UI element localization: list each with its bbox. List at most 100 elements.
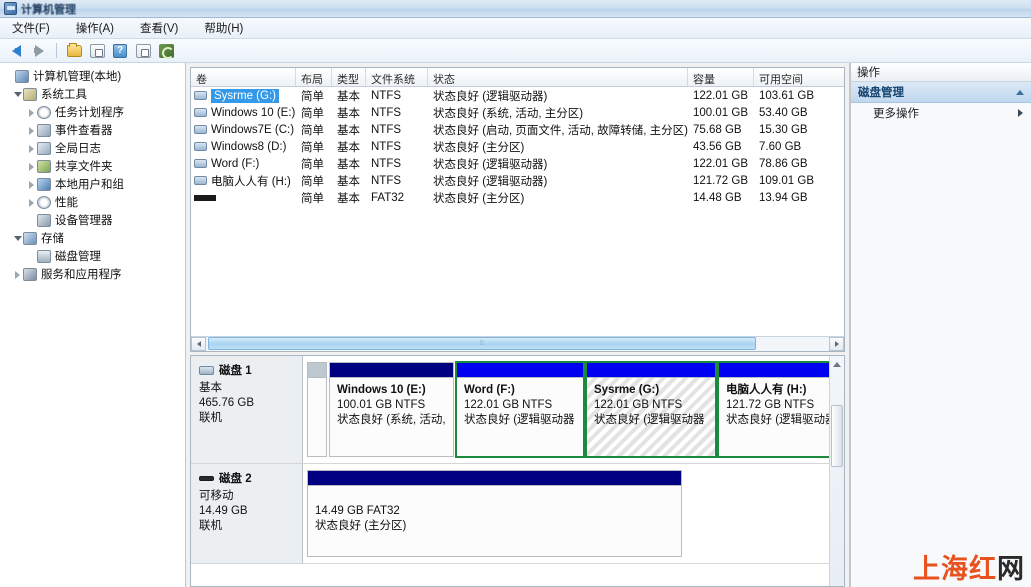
- column-header-volume[interactable]: 卷: [191, 68, 296, 86]
- volume-icon: [194, 125, 207, 134]
- table-row[interactable]: Word (F:) 简单 基本 NTFS 状态良好 (逻辑驱动器) 122.01…: [191, 155, 844, 172]
- vscroll-up-button[interactable]: [831, 358, 844, 371]
- twisty-closed-icon[interactable]: [26, 125, 37, 136]
- partition-title: 电脑人人有 (H:): [726, 384, 807, 396]
- cell-layout: 简单: [301, 90, 324, 103]
- help-button[interactable]: ?: [110, 41, 130, 61]
- disk-management-pane: 卷 布局 类型 文件系统 状态 容量 可用空间 Sysrme (G:) 简单 基…: [186, 63, 850, 587]
- sidebar-item-label: 事件查看器: [55, 125, 113, 137]
- disk-info-1[interactable]: 磁盘 1 基本 465.76 GB 联机: [191, 356, 303, 463]
- sidebar-item-global-logs[interactable]: 全局日志: [0, 139, 185, 157]
- twisty-closed-icon[interactable]: [26, 161, 37, 172]
- sidebar-item-shared-folders[interactable]: 共享文件夹: [0, 157, 185, 175]
- column-header-free-space[interactable]: 可用空间: [754, 68, 824, 86]
- sidebar-item-task-scheduler[interactable]: 任务计划程序: [0, 103, 185, 121]
- sidebar-item-storage[interactable]: 存储: [0, 229, 185, 247]
- volume-icon: [194, 108, 207, 117]
- partition-diannaorenrenyou-h[interactable]: 电脑人人有 (H:) 121.72 GB NTFS 状态良好 (逻辑驱动器: [717, 361, 829, 458]
- partition-capacity-bar: [457, 363, 583, 378]
- partition-word-f[interactable]: Word (F:) 122.01 GB NTFS 状态良好 (逻辑驱动器: [455, 361, 585, 458]
- menu-file[interactable]: 文件(F): [8, 18, 62, 38]
- menu-view[interactable]: 查看(V): [136, 18, 190, 38]
- sidebar-item-performance[interactable]: 性能: [0, 193, 185, 211]
- partition-status: 状态良好 (系统, 活动,: [337, 414, 446, 426]
- table-row[interactable]: Windows8 (D:) 简单 基本 NTFS 状态良好 (主分区) 43.5…: [191, 138, 844, 155]
- partition-size-fs: 122.01 GB NTFS: [594, 399, 683, 411]
- table-row[interactable]: Windows 10 (E:) 简单 基本 NTFS 状态良好 (系统, 活动,…: [191, 104, 844, 121]
- back-button[interactable]: [6, 41, 26, 61]
- list-view-button[interactable]: [133, 41, 153, 61]
- volume-list-hscrollbar[interactable]: ⦙⦙: [191, 336, 844, 351]
- column-header-filesystem[interactable]: 文件系统: [366, 68, 428, 86]
- table-row[interactable]: 电脑人人有 (H:) 简单 基本 NTFS 状态良好 (逻辑驱动器) 121.7…: [191, 172, 844, 189]
- sidebar-item-label: 服务和应用程序: [41, 269, 122, 281]
- cell-volume: Windows8 (D:): [191, 141, 296, 153]
- partition-windows-10-e[interactable]: Windows 10 (E:) 100.01 GB NTFS 状态良好 (系统,…: [329, 362, 454, 457]
- column-header-capacity[interactable]: 容量: [688, 68, 754, 86]
- properties-button[interactable]: [87, 41, 107, 61]
- hscroll-track[interactable]: ⦙⦙: [206, 337, 829, 351]
- refresh-button[interactable]: [156, 41, 176, 61]
- removable-disk-icon: [199, 475, 214, 481]
- twisty-closed-icon[interactable]: [26, 179, 37, 190]
- sidebar-item-system-tools[interactable]: 系统工具: [0, 85, 185, 103]
- action-more-actions[interactable]: 更多操作: [851, 103, 1031, 123]
- hscroll-left-button[interactable]: [191, 337, 206, 351]
- column-header-layout[interactable]: 布局: [296, 68, 332, 86]
- twisty-open-icon[interactable]: [12, 233, 23, 244]
- sidebar-item-event-viewer[interactable]: 事件查看器: [0, 121, 185, 139]
- partition-capacity-bar: [308, 471, 681, 486]
- partition-unallocated[interactable]: [307, 362, 327, 457]
- table-row[interactable]: 简单 基本 FAT32 状态良好 (主分区) 14.48 GB 13.94 GB: [191, 189, 844, 206]
- partition-size-fs: 122.01 GB NTFS: [464, 399, 553, 411]
- sidebar-item-label: 共享文件夹: [55, 161, 113, 173]
- hscroll-right-button[interactable]: [829, 337, 844, 351]
- disk-size: 465.76 GB: [199, 397, 254, 409]
- disk-view-vscrollbar[interactable]: [829, 356, 844, 586]
- partition-removable-fat32[interactable]: 14.49 GB FAT32 状态良好 (主分区): [307, 470, 682, 557]
- table-row[interactable]: Sysrme (G:) 简单 基本 NTFS 状态良好 (逻辑驱动器) 122.…: [191, 87, 844, 104]
- disk-info-2[interactable]: 磁盘 2 可移动 14.49 GB 联机: [191, 464, 303, 563]
- partition-details: Sysrme (G:) 122.01 GB NTFS 状态良好 (逻辑驱动器: [587, 378, 715, 456]
- cell-layout: 简单: [301, 124, 324, 137]
- twisty-closed-icon[interactable]: [26, 143, 37, 154]
- forward-button[interactable]: [29, 41, 49, 61]
- column-header-type[interactable]: 类型: [332, 68, 366, 86]
- disk-block-2[interactable]: 磁盘 2 可移动 14.49 GB 联机 14.49 GB FAT32 状态良好…: [191, 464, 829, 564]
- menu-help[interactable]: 帮助(H): [200, 18, 255, 38]
- sidebar-item-computer-management[interactable]: 计算机管理(本地): [0, 67, 185, 85]
- chevron-right-icon: [834, 341, 839, 347]
- disk-type: 基本: [199, 382, 222, 394]
- cell-status: 状态良好 (启动, 页面文件, 活动, 故障转储, 主分区): [433, 124, 688, 137]
- menu-action[interactable]: 操作(A): [72, 18, 126, 38]
- partition-capacity-bar: [330, 363, 453, 378]
- partition-status: 状态良好 (主分区): [315, 520, 407, 532]
- partition-sysrme-g[interactable]: Sysrme (G:) 122.01 GB NTFS 状态良好 (逻辑驱动器: [585, 361, 717, 458]
- title-bar: 计算机管理: [0, 0, 1031, 18]
- vscroll-thumb[interactable]: [831, 405, 843, 467]
- sidebar-item-disk-management[interactable]: 磁盘管理: [0, 247, 185, 265]
- sidebar-item-services-applications[interactable]: 服务和应用程序: [0, 265, 185, 283]
- up-folder-button[interactable]: [64, 41, 84, 61]
- disk-block-1[interactable]: 磁盘 1 基本 465.76 GB 联机 Windows 10 (E:) 100…: [191, 356, 829, 464]
- sidebar-item-local-users-groups[interactable]: 本地用户和组: [0, 175, 185, 193]
- storage-icon: [23, 231, 37, 245]
- sidebar-item-label: 任务计划程序: [55, 107, 124, 119]
- cell-type: 基本: [337, 192, 360, 205]
- table-row[interactable]: Windows7E (C:) 简单 基本 NTFS 状态良好 (启动, 页面文件…: [191, 121, 844, 138]
- sidebar-item-label: 计算机管理(本地): [33, 71, 122, 83]
- actions-group-disk-management[interactable]: 磁盘管理: [851, 82, 1031, 103]
- sidebar-item-device-manager[interactable]: 设备管理器: [0, 211, 185, 229]
- column-header-status[interactable]: 状态: [428, 68, 688, 86]
- chevron-up-icon: [833, 362, 841, 367]
- cell-capacity: 43.56 GB: [693, 140, 742, 153]
- chevron-up-icon[interactable]: [1016, 89, 1024, 95]
- twisty-closed-icon[interactable]: [26, 197, 37, 208]
- disk-management-icon: [37, 249, 51, 263]
- hscroll-thumb[interactable]: ⦙⦙: [208, 337, 757, 350]
- twisty-closed-icon[interactable]: [26, 107, 37, 118]
- twisty-closed-icon[interactable]: [12, 269, 23, 280]
- twisty-open-icon[interactable]: [12, 89, 23, 100]
- cell-capacity: 121.72 GB: [693, 174, 748, 187]
- cell-capacity: 100.01 GB: [693, 106, 748, 119]
